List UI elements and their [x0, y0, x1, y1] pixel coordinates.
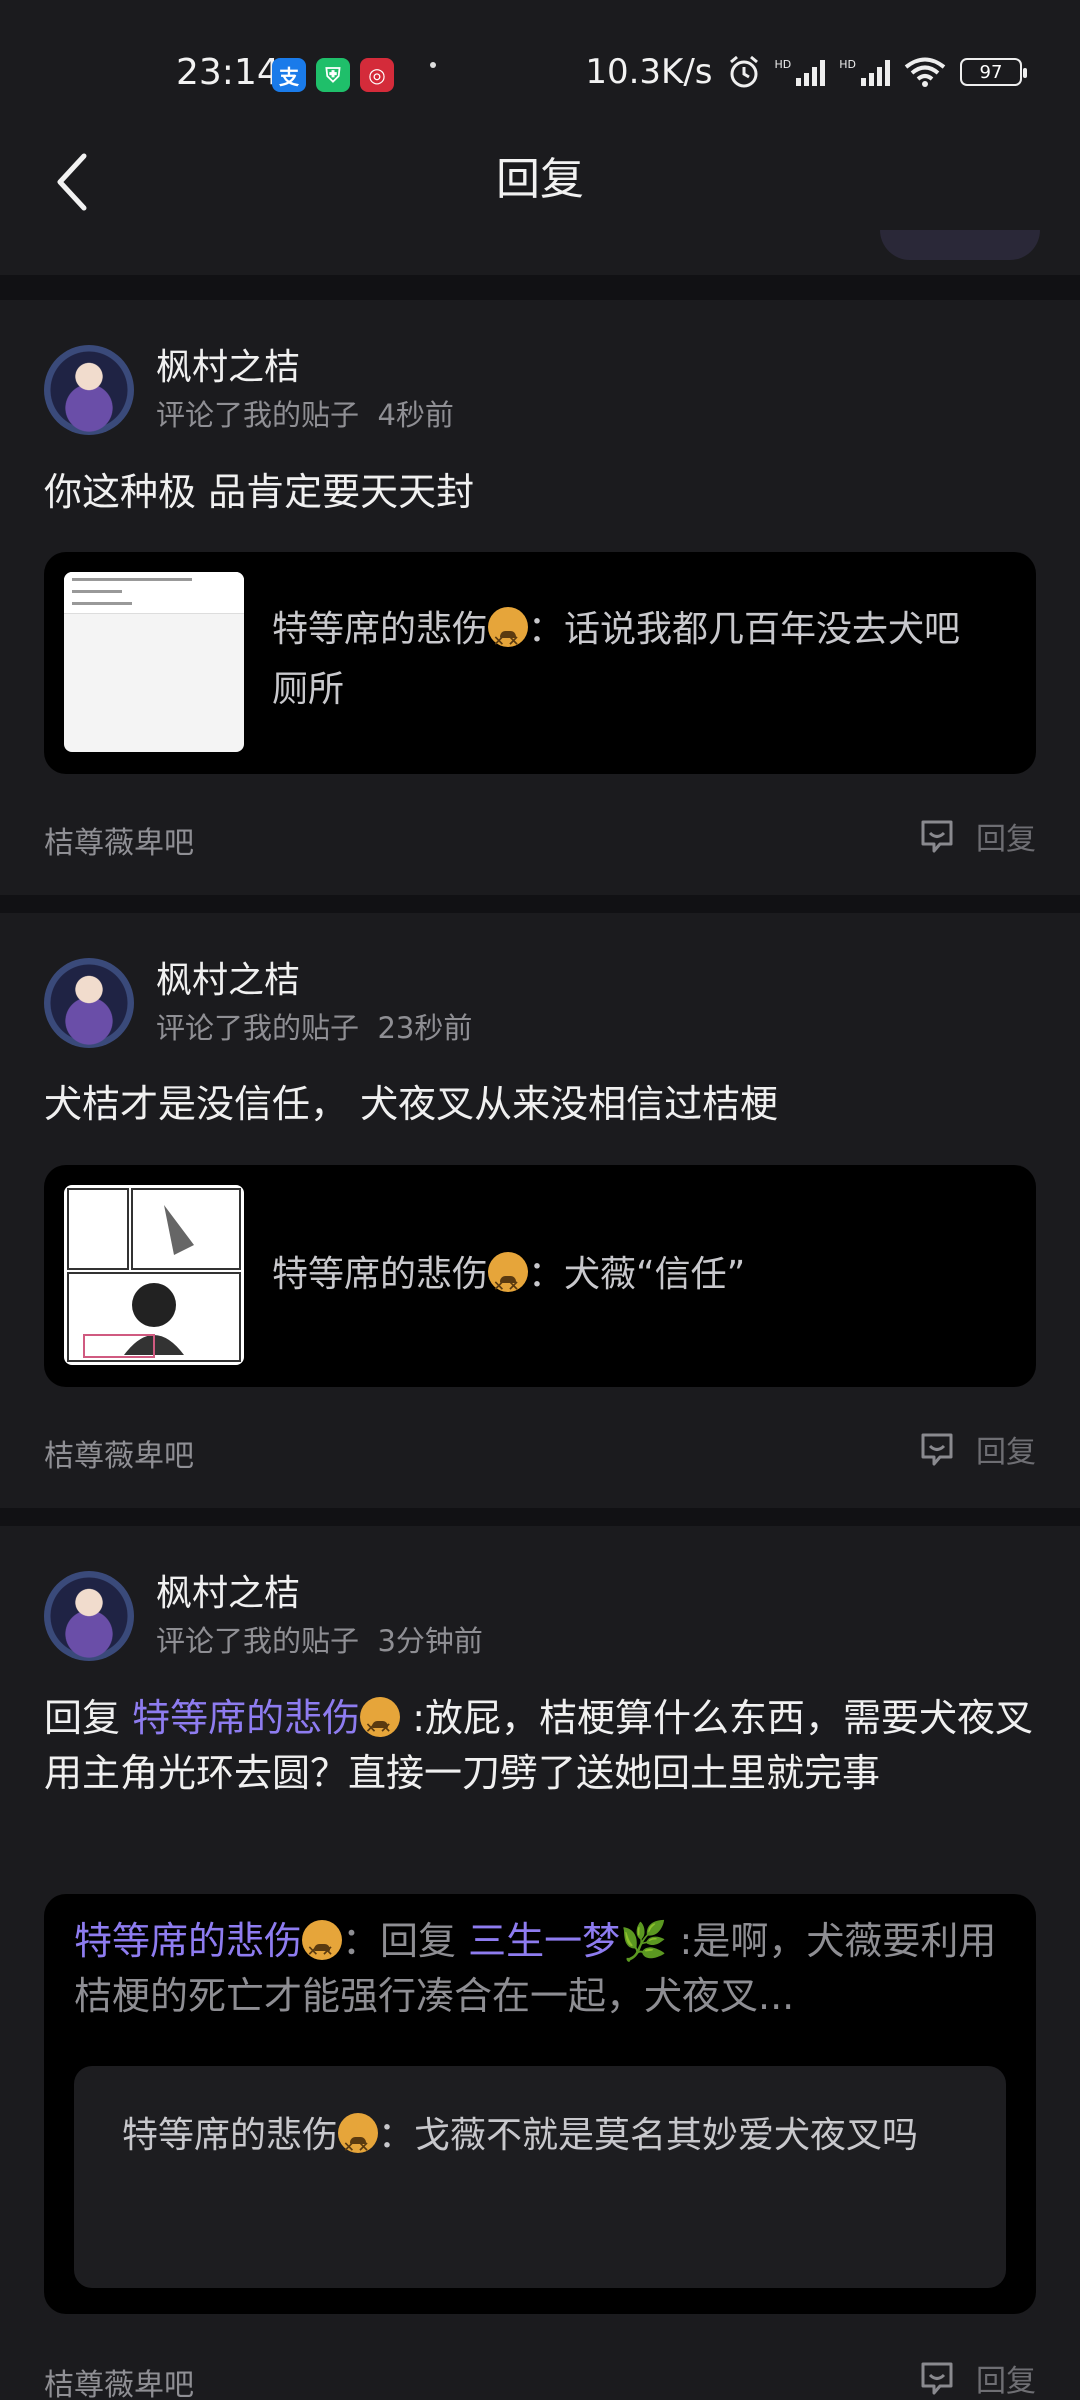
inner-author: 特等席的悲伤: [122, 2115, 339, 2156]
reply-comment-icon: [921, 1433, 953, 1466]
reply-comment-icon: [921, 820, 953, 853]
tired-face-emoji-icon: [360, 1697, 401, 1756]
alipay-icon: 支: [272, 58, 306, 92]
quote-content: ：犬薇“信任”: [528, 1254, 746, 1295]
timestamp: 3分钟前: [377, 1624, 483, 1658]
inner-content: ：戈薇不就是莫名其妙爱犬夜叉吗: [378, 2115, 919, 2156]
action-text: 评论了我的贴子: [156, 398, 360, 432]
reply-button[interactable]: 回复: [918, 1427, 1036, 1471]
wifi-icon: [904, 57, 946, 87]
quote-author: 特等席的悲伤: [272, 609, 489, 650]
quoted-post[interactable]: 特等席的悲伤：话说我都几百年没去犬吧厕所: [44, 552, 1036, 774]
status-time: 23:14: [176, 52, 280, 93]
signal-icon: HD: [775, 58, 826, 86]
inner-quoted-post[interactable]: 特等席的悲伤 ：戈薇不就是莫名其妙爱犬夜叉吗: [74, 2066, 1006, 2288]
notification-dot: [430, 62, 436, 68]
avatar[interactable]: [44, 958, 134, 1048]
battery-icon: 97: [960, 58, 1027, 86]
shield-icon: ⛨: [316, 58, 350, 92]
alarm-icon: [729, 55, 758, 88]
action-text: 评论了我的贴子: [156, 1011, 360, 1045]
reply-label: 回复: [976, 2364, 1036, 2399]
username[interactable]: 枫村之桔: [156, 338, 300, 390]
forum-name[interactable]: 桔尊薇卑吧: [44, 818, 194, 862]
quote-author: 特等席的悲伤: [272, 1254, 489, 1295]
reply-comment-icon: [921, 2362, 953, 2395]
scrolled-button-edge: [880, 230, 1040, 260]
inner-quoted-text: 特等席的悲伤 ：戈薇不就是莫名其妙爱犬夜叉吗: [122, 2106, 966, 2177]
notification-icons: 支 ⛨ ◎: [272, 58, 394, 92]
tired-face-emoji-icon: [338, 2113, 379, 2177]
comment-text: 犬桔才是没信任， 犬夜叉从来没相信过桔梗: [44, 1082, 779, 1126]
game-icon: ◎: [360, 58, 394, 92]
quoted-post[interactable]: 特等席的悲伤 ：犬薇“信任”: [44, 1165, 1036, 1387]
reply-button[interactable]: 回复: [918, 2356, 1036, 2400]
username[interactable]: 枫村之桔: [156, 1564, 300, 1616]
referenced-reply: 特等席的悲伤：回复 三生一梦🌿 :是啊，犬薇要利用桔梗的死亡才能强行凑合在一起，…: [74, 1914, 1000, 2024]
post-thumbnail-manga: [64, 1185, 244, 1365]
forum-name[interactable]: 桔尊薇卑吧: [44, 1431, 194, 1475]
post-thumbnail: [64, 572, 244, 752]
top-app-bar: 回复: [0, 130, 1080, 275]
network-speed: 10.3K/s: [585, 52, 713, 92]
timestamp: 23秒前: [377, 1011, 473, 1045]
mention-link[interactable]: 特等席的悲伤: [132, 1696, 360, 1740]
forum-name[interactable]: 桔尊薇卑吧: [44, 2360, 194, 2400]
action-text: 评论了我的贴子: [156, 1624, 360, 1658]
comment-text: 回复 特等席的悲伤 :放屁，桔梗算什么东西，需要犬夜叉用主角光环去圆？直接一刀劈…: [44, 1691, 1034, 1801]
ref-author-link[interactable]: 特等席的悲伤: [74, 1919, 302, 1963]
reply-label: 回复: [976, 822, 1036, 857]
page-title: 回复: [496, 154, 584, 205]
reply-button[interactable]: 回复: [918, 814, 1036, 858]
avatar[interactable]: [44, 345, 134, 435]
quoted-thread[interactable]: 特等席的悲伤：回复 三生一梦🌿 :是啊，犬薇要利用桔梗的死亡才能强行凑合在一起，…: [44, 1894, 1036, 2314]
reply-label: 回复: [976, 1435, 1036, 1470]
status-right: 10.3K/s HD HD 97: [585, 52, 1027, 92]
signal-icon-2: HD: [839, 58, 890, 86]
reply-card-1[interactable]: 枫村之桔 评论了我的贴子 4秒前 你这种极 品肯定要天天封 特等席的悲伤：话说我…: [0, 300, 1080, 895]
tired-face-emoji-icon: [302, 1920, 343, 1979]
username[interactable]: 枫村之桔: [156, 951, 300, 1003]
comment-meta: 评论了我的贴子 3分钟前: [156, 1618, 483, 1660]
tired-face-emoji-icon: [488, 1252, 529, 1316]
tired-face-emoji-icon: [488, 607, 529, 671]
ref-mention-link[interactable]: 三生一梦🌿: [468, 1919, 667, 1963]
timestamp: 4秒前: [377, 398, 454, 432]
quoted-text: 特等席的悲伤：话说我都几百年没去犬吧厕所: [272, 600, 996, 720]
avatar[interactable]: [44, 1571, 134, 1661]
status-bar: 23:14 支 ⛨ ◎ 10.3K/s HD HD 97: [0, 0, 1080, 130]
quoted-text: 特等席的悲伤 ：犬薇“信任”: [272, 1245, 996, 1316]
comment-text: 你这种极 品肯定要天天封: [44, 470, 475, 514]
comment-meta: 评论了我的贴子 4秒前: [156, 392, 454, 434]
reply-card-2[interactable]: 枫村之桔 评论了我的贴子 23秒前 犬桔才是没信任， 犬夜叉从来没相信过桔梗 特…: [0, 913, 1080, 1508]
comment-meta: 评论了我的贴子 23秒前: [156, 1005, 472, 1047]
ref-reply-prefix: ：回复: [342, 1919, 469, 1963]
reply-prefix: 回复: [44, 1696, 133, 1740]
